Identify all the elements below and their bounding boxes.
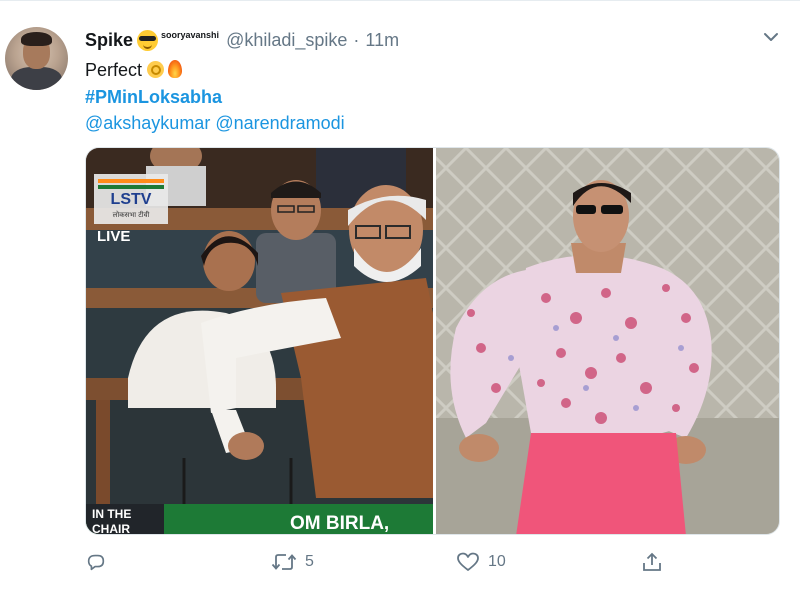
- avatar[interactable]: [5, 27, 68, 90]
- ticker-speaker-name: OM BIRLA,: [290, 513, 389, 534]
- channel-name: LSTV: [111, 191, 152, 208]
- separator-dot: ·: [353, 29, 360, 50]
- like-button[interactable]: 10: [456, 551, 506, 573]
- tweet-text: Perfect: [85, 58, 183, 82]
- display-name[interactable]: Spike: [85, 30, 133, 51]
- tweet-text-content: Perfect: [85, 60, 143, 80]
- chevron-down-icon[interactable]: [762, 28, 780, 46]
- tweet-actions: 5 10: [0, 551, 800, 579]
- right-image: [436, 148, 779, 534]
- tweet-header: Spike sooryavanshi @khiladi_spike · 11m: [85, 27, 399, 53]
- tweet-media[interactable]: LSTV लोकसभा टीवी LIVE IN THE CHAIR OM BI…: [85, 147, 780, 535]
- retweet-icon: [271, 554, 297, 570]
- timestamp[interactable]: 11m: [365, 30, 399, 51]
- channel-subtitle: लोकसभा टीवी: [113, 210, 150, 219]
- fire-icon: [168, 60, 183, 78]
- heart-icon: [457, 552, 479, 571]
- share-button[interactable]: [641, 551, 663, 573]
- user-handle[interactable]: @khiladi_spike: [226, 30, 347, 51]
- mentions-link[interactable]: @akshaykumar @narendramodi: [85, 111, 345, 135]
- left-image: LSTV लोकसभा टीवी LIVE IN THE CHAIR OM BI…: [86, 148, 433, 535]
- live-label: LIVE: [97, 228, 130, 245]
- top-divider: [0, 0, 800, 1]
- smiling-face-sunglasses-icon: [137, 29, 159, 51]
- share-icon: [643, 552, 661, 571]
- like-count: 10: [488, 553, 506, 570]
- ticker-chair: CHAIR: [92, 522, 130, 535]
- hashtag-link[interactable]: #PMinLoksabha: [85, 85, 222, 109]
- reply-icon: [87, 554, 105, 571]
- retweet-count: 5: [305, 553, 314, 570]
- ok-hand-icon: [147, 61, 165, 78]
- ticker-in-the: IN THE: [92, 507, 131, 521]
- retweet-button[interactable]: 5: [271, 551, 314, 573]
- reply-button[interactable]: [85, 551, 115, 573]
- media-image: LSTV लोकसभा टीवी LIVE IN THE CHAIR OM BI…: [86, 148, 779, 535]
- name-superscript: sooryavanshi: [161, 30, 220, 40]
